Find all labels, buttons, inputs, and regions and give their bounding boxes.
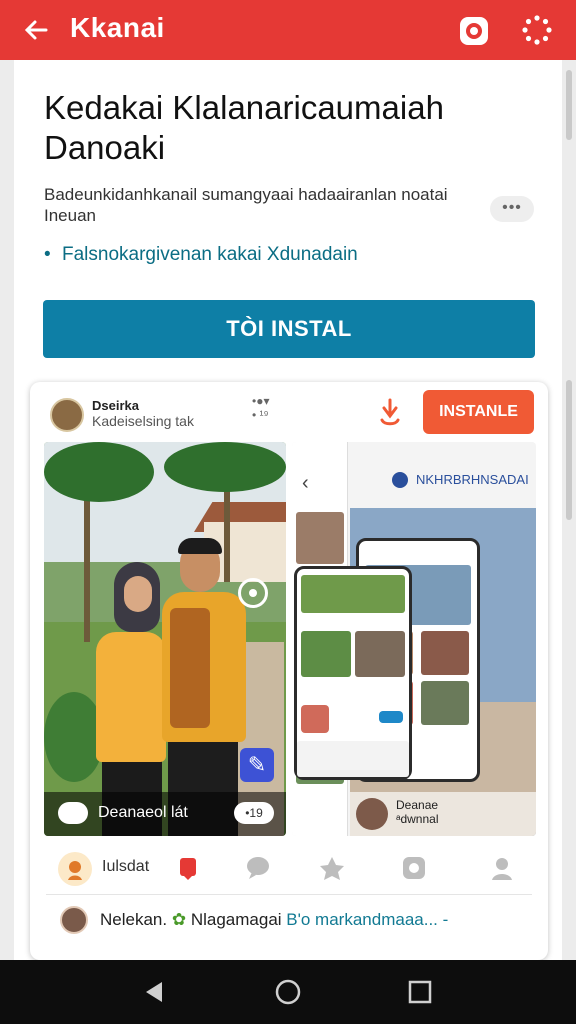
comment-icon[interactable] (244, 854, 272, 882)
nav-recents-icon[interactable] (406, 978, 434, 1006)
palm-leaves (44, 442, 154, 502)
chevron-left-icon[interactable]: ‹ (302, 472, 309, 495)
comment-text: Nelekan. ✿ Nlagamagai B'o markandmaaa...… (100, 910, 448, 930)
bullet-dot-icon: • (44, 244, 51, 265)
phone-tile (301, 705, 329, 733)
commenter-avatar[interactable] (60, 906, 88, 934)
photo-count-pill[interactable]: •19 (234, 802, 274, 824)
scrollbar-thumb-top[interactable] (566, 70, 572, 140)
camera-icon[interactable] (58, 802, 88, 824)
ad-status-indicator: •●▾ • ¹⁹ (252, 394, 270, 422)
user-avatar-icon[interactable] (58, 852, 92, 886)
divider (46, 894, 532, 895)
share-icon[interactable] (400, 854, 428, 882)
edit-tool-icon[interactable]: ✎ (240, 748, 274, 782)
batik-pattern (170, 608, 210, 728)
collage-label: NKHRBRHNSADAI (416, 472, 529, 487)
woman-face (124, 576, 152, 612)
ad-install-button[interactable]: INSTANLE (423, 390, 534, 434)
woman-figure (96, 632, 166, 762)
collage-caption-bar: Deanae ᵃdwnnal (350, 792, 536, 836)
comment-middle: Nlagamagai (190, 910, 282, 929)
phone-button (379, 711, 403, 723)
bookmark-icon[interactable] (174, 854, 202, 882)
tap-hand-icon (376, 398, 404, 428)
nav-home-icon[interactable] (274, 978, 302, 1006)
palm-leaves (164, 442, 286, 492)
focus-dot (249, 589, 257, 597)
photo-caption: Deanaeol lát (98, 804, 188, 821)
scrollbar-thumb[interactable] (566, 380, 572, 520)
app-title: Kkanai (70, 12, 165, 43)
advertiser-name: Dseirka (92, 398, 139, 413)
reaction-row: Iulsdat (46, 848, 536, 888)
info-icon (392, 472, 408, 488)
arrow-left-icon[interactable] (20, 14, 52, 46)
scrollbar[interactable] (566, 60, 572, 960)
advertiser-avatar (50, 398, 84, 432)
advertiser-subtitle: Kadeiselsing tak (92, 413, 194, 429)
phone-tab-bar (297, 741, 409, 777)
nav-back-icon[interactable] (140, 978, 168, 1006)
collage-caption-avatar (356, 798, 388, 830)
leaf-icon: ✿ (171, 910, 187, 929)
ad-photo-couple[interactable]: ✎ Deanaeol lát •19 (44, 442, 286, 836)
bullet-link[interactable]: • Falsnokargivenan kakai Xdunadain (44, 244, 358, 266)
reaction-label: Iulsdat (102, 858, 150, 875)
install-button[interactable]: TÒI INSTAL (43, 300, 535, 358)
app-bar: Kkanai (0, 0, 576, 60)
pin-icon[interactable] (318, 854, 346, 882)
bush (44, 692, 104, 782)
more-options-button[interactable]: ••• (490, 196, 534, 222)
phone-mockup-front (294, 566, 412, 780)
bullet-text: Falsnokargivenan kakai Xdunadain (62, 244, 358, 265)
phone-tile (355, 631, 405, 677)
article-headline: Kedakai Klalanaricaumaiah Danoaki (44, 89, 444, 166)
phone-tile (301, 575, 405, 613)
collage-thumb[interactable] (296, 512, 344, 564)
collage-caption: Deanae ᵃdwnnal (396, 798, 439, 826)
phone-tile (421, 631, 469, 675)
loading-spinner-icon[interactable] (522, 15, 552, 45)
man-hair (178, 538, 222, 554)
record-icon[interactable] (458, 15, 490, 47)
photo-caption-bar: Deanaeol lát •19 (44, 792, 286, 836)
ad-card[interactable]: Dseirka Kadeiselsing tak •●▾ • ¹⁹ INSTANL… (30, 382, 548, 960)
system-nav-bar (0, 960, 576, 1024)
phone-tile (301, 631, 351, 677)
phone-tile (421, 681, 469, 725)
commenter-name[interactable]: Nelekan. (100, 910, 167, 929)
ad-photo-collage[interactable]: ‹ NKHRBRHNSADAI Deanae ᵃdwnnal (292, 442, 536, 836)
article-subtext: Badeunkidanhkanail sumangyaai hadaairanl… (44, 185, 448, 225)
profile-icon[interactable] (488, 854, 516, 882)
comment-row[interactable]: Nelekan. ✿ Nlagamagai B'o markandmaaa...… (46, 902, 536, 942)
comment-link[interactable]: B'o markandmaaa... - (286, 910, 448, 929)
